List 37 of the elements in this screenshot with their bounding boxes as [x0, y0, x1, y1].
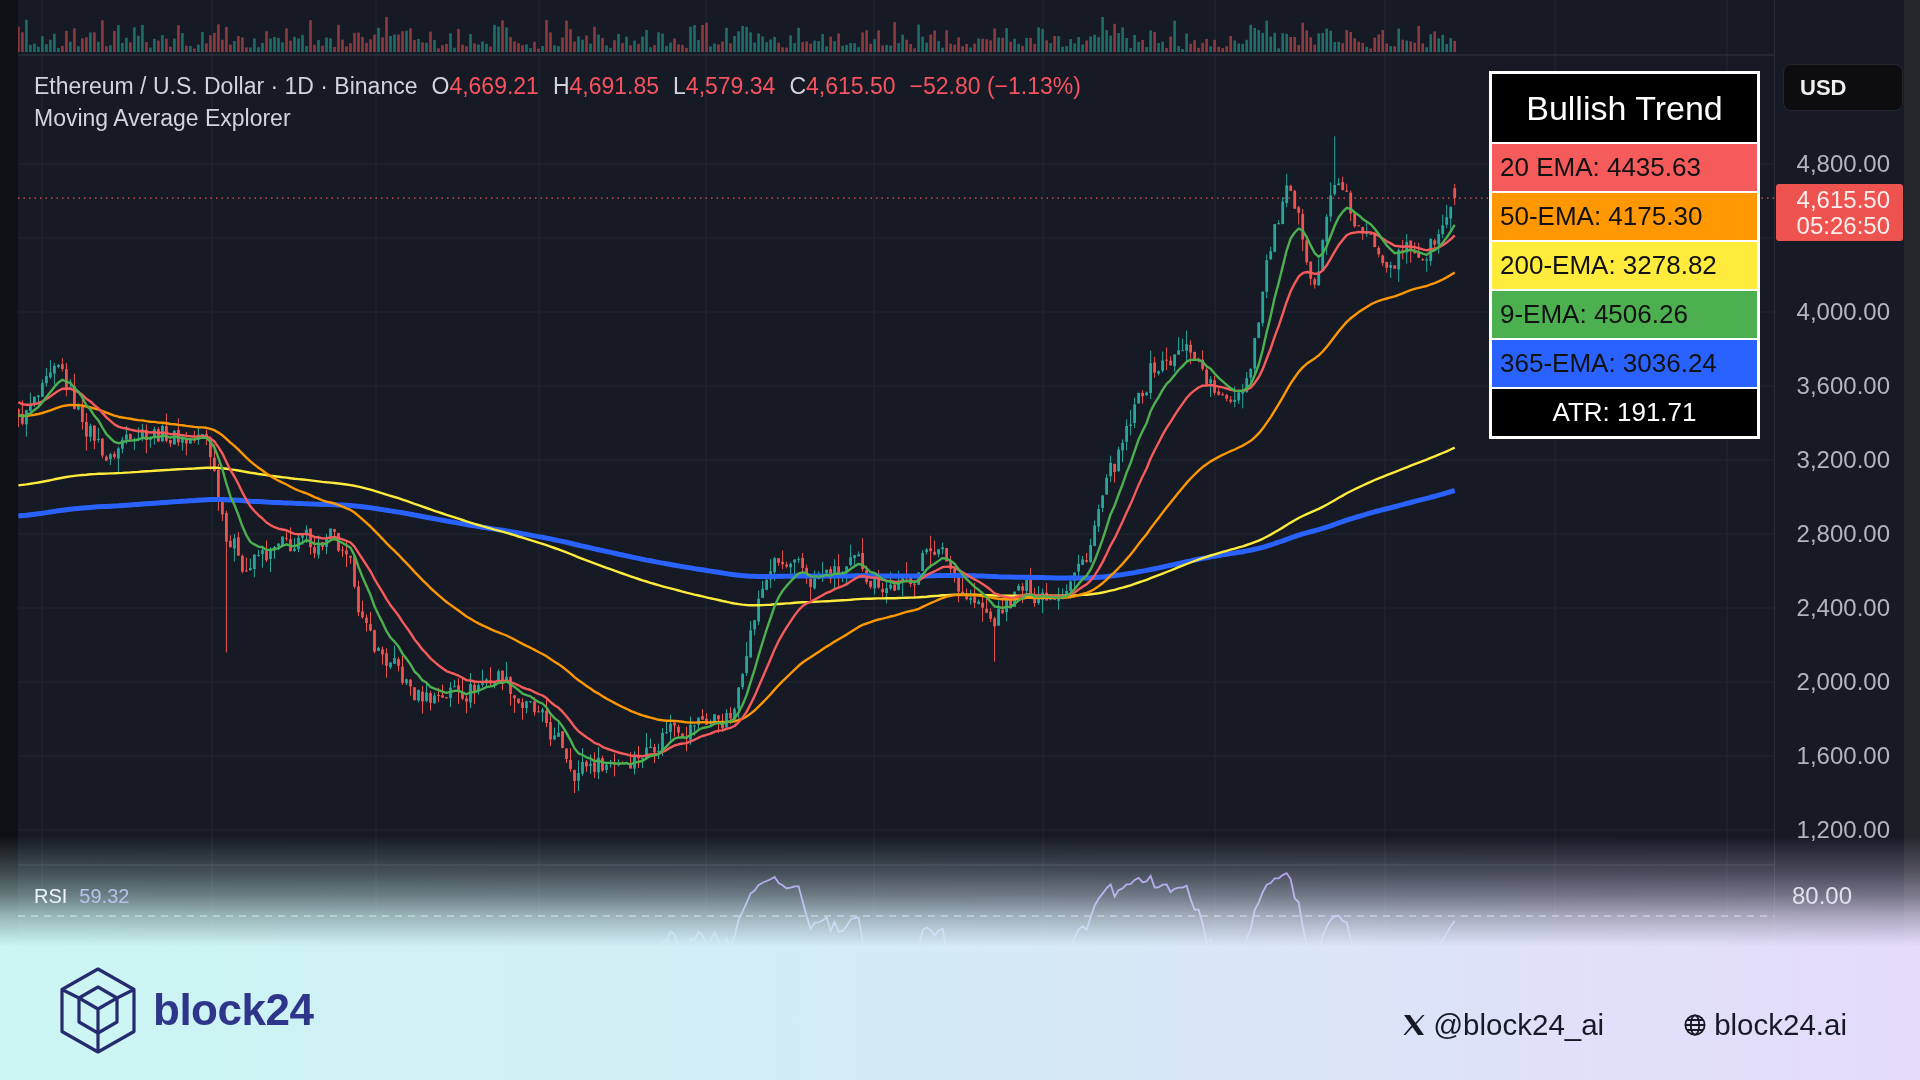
ohlc-value: 4,669.21	[449, 72, 539, 101]
legend-entry: 20 EMA: 4435.63	[1492, 142, 1757, 191]
brand-wordmark: block24	[153, 985, 314, 1035]
legend-entry: 50-EMA: 4175.30	[1492, 191, 1757, 240]
currency-button[interactable]: USD	[1783, 64, 1903, 111]
ohlc-value: 4,615.50	[806, 72, 896, 101]
axis-label: 1,200.00	[1796, 816, 1890, 844]
axis-label: 2,400.00	[1796, 594, 1890, 622]
legend-entry: 200-EMA: 3278.82	[1492, 240, 1757, 289]
website-address: block24.ai	[1714, 1006, 1847, 1043]
axis-label: 1,600.00	[1796, 742, 1890, 770]
legend-entry: 9-EMA: 4506.26	[1492, 289, 1757, 338]
price-change: −52.80 (−1.13%)	[909, 72, 1081, 101]
social-handle: @block24_ai	[1433, 1006, 1605, 1043]
ohlc-value: 4,691.85	[569, 72, 660, 101]
indicator-value: 59.32	[79, 884, 130, 908]
legend-entry: 365-EMA: 3036.24	[1492, 338, 1757, 387]
axis-label: 80.00	[1792, 882, 1853, 910]
last-price: 4,615.50	[1796, 186, 1890, 213]
ohlc-label: C	[789, 72, 806, 101]
ohlc-label: O	[431, 72, 450, 101]
axis-label: 4,800.00	[1796, 150, 1890, 178]
ohlc-value: 4,579.34	[685, 72, 776, 101]
indicator-name: RSI	[34, 884, 68, 908]
indicator-title: Moving Average Explorer	[34, 104, 291, 133]
ohlc-label: H	[552, 72, 570, 101]
x-logo-icon	[1403, 1015, 1426, 1035]
axis-label: 3,200.00	[1796, 446, 1890, 474]
symbol-title: Ethereum / U.S. Dollar · 1D · Binance	[34, 72, 418, 101]
axis-label: 2,000.00	[1796, 668, 1890, 696]
axis-label: 2,800.00	[1796, 520, 1890, 548]
globe-icon	[1684, 1014, 1707, 1036]
axis-label: 4,000.00	[1796, 298, 1890, 326]
axis-label: 3,600.00	[1796, 372, 1890, 400]
bar-countdown: 05:26:50	[1796, 212, 1890, 239]
cube-logo-icon	[59, 966, 137, 1054]
ohlc-label: L	[673, 72, 686, 101]
